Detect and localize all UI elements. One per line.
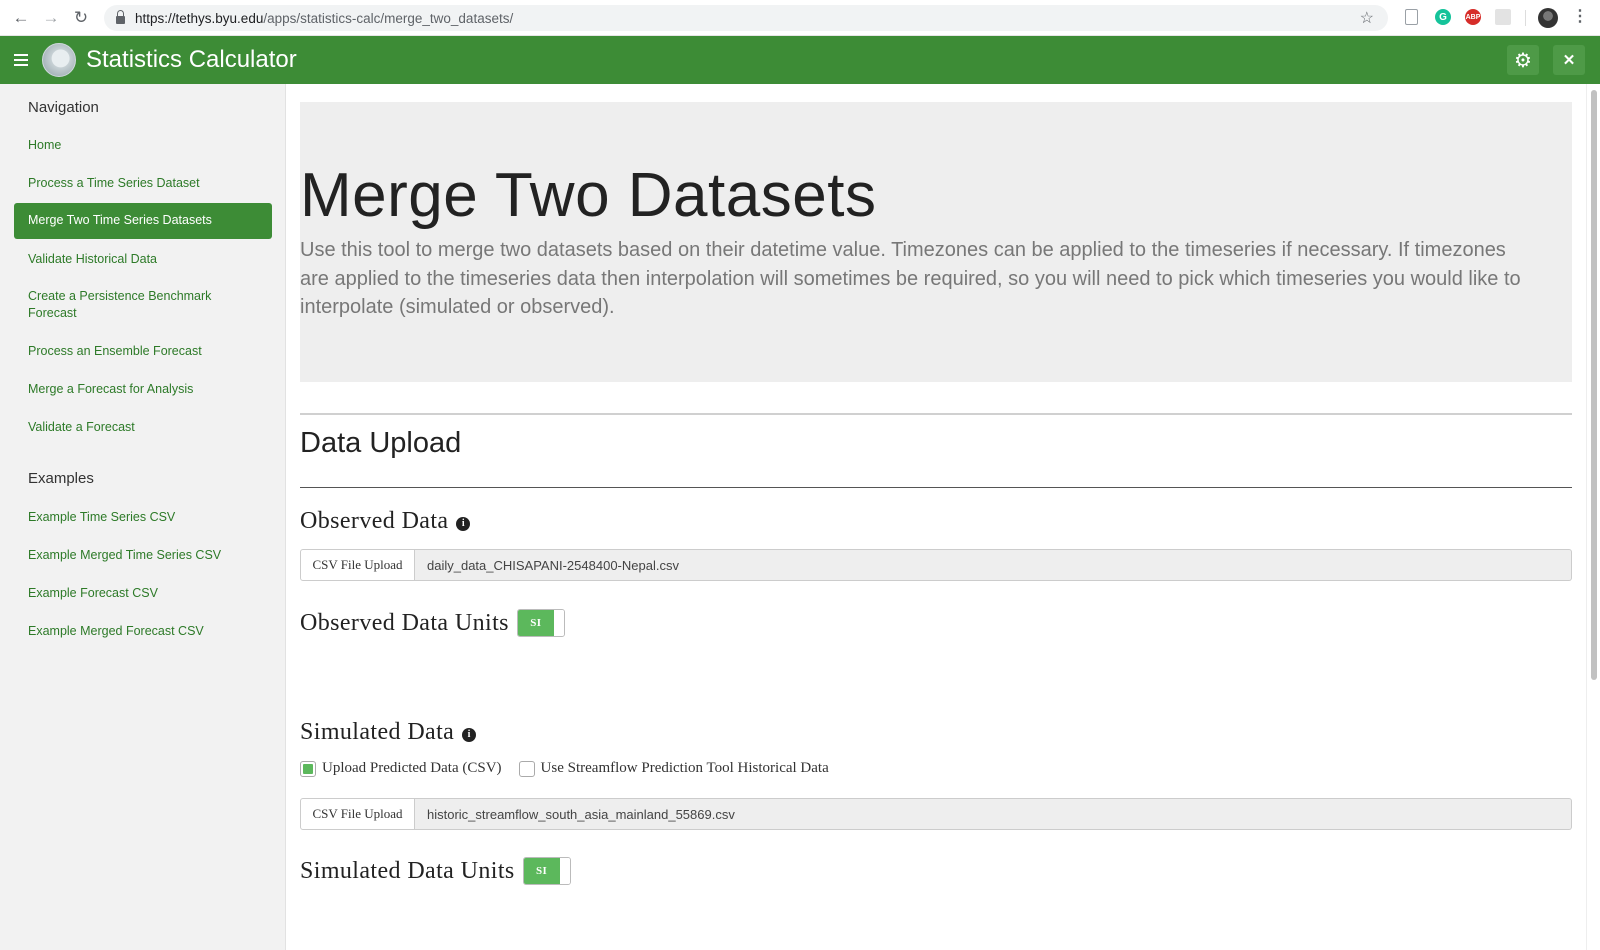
observed-units-row: Observed Data Units SI: [300, 609, 565, 637]
profile-avatar[interactable]: [1538, 8, 1558, 28]
sidebar-item-example-forecast[interactable]: Example Forecast CSV: [28, 585, 258, 602]
page-intro: Merge Two Datasets Use this tool to merg…: [300, 102, 1572, 382]
spt-historical-checkbox[interactable]: [518, 760, 535, 777]
navigation-heading: Navigation: [28, 99, 99, 116]
sidebar: Navigation Home Process a Time Series Da…: [0, 84, 286, 950]
simulated-units-toggle[interactable]: SI: [522, 857, 571, 885]
sidebar-item-example-merged-forecast[interactable]: Example Merged Forecast CSV: [28, 623, 258, 640]
simulated-file-name-field[interactable]: historic_streamflow_south_asia_mainland_…: [415, 798, 1572, 830]
section-title: Data Upload: [300, 427, 462, 459]
back-arrow-icon[interactable]: ←: [6, 3, 36, 33]
toggle-on-label: SI: [517, 610, 554, 636]
browser-menu-icon[interactable]: ⋮: [1572, 6, 1588, 26]
browser-toolbar: ← → ↻ https://tethys.byu.edu/apps/statis…: [0, 0, 1600, 36]
toggle-handle: [553, 610, 564, 636]
simulated-source-options: Upload Predicted Data (CSV) Use Streamfl…: [300, 760, 829, 777]
adblock-extension-icon[interactable]: ABP: [1465, 9, 1481, 25]
scrollbar-thumb[interactable]: [1591, 90, 1597, 680]
page-scrollbar[interactable]: [1586, 84, 1600, 950]
observed-file-upload-button[interactable]: CSV File Upload: [300, 549, 415, 581]
sidebar-item-home[interactable]: Home: [28, 137, 258, 154]
simulated-file-upload-button[interactable]: CSV File Upload: [300, 798, 415, 830]
toolbar-divider: [1525, 10, 1526, 26]
simulated-data-label-text: Simulated Data: [300, 719, 455, 745]
spt-historical-label[interactable]: Use Streamflow Prediction Tool Historica…: [541, 760, 829, 777]
hamburger-menu-icon[interactable]: [14, 54, 28, 66]
extension-icon[interactable]: [1495, 9, 1511, 25]
simulated-file-upload: CSV File Upload historic_streamflow_sout…: [300, 798, 1572, 830]
observed-file-name-field[interactable]: daily_data_CHISAPANI-2548400-Nepal.csv: [415, 549, 1572, 581]
reload-icon[interactable]: ↻: [66, 3, 96, 33]
observed-units-toggle[interactable]: SI: [516, 609, 565, 637]
upload-predicted-checkbox[interactable]: [300, 760, 316, 777]
close-icon: ✕: [1562, 52, 1576, 69]
divider: [300, 487, 1572, 488]
lock-icon: [116, 9, 125, 24]
info-icon[interactable]: i: [456, 516, 471, 531]
info-icon[interactable]: i: [462, 727, 477, 742]
observed-units-label: Observed Data Units: [300, 609, 509, 636]
close-app-button[interactable]: ✕: [1553, 45, 1585, 75]
sidebar-item-merge-two-datasets[interactable]: Merge Two Time Series Datasets: [14, 203, 272, 239]
upload-predicted-label[interactable]: Upload Predicted Data (CSV): [322, 760, 502, 777]
examples-heading: Examples: [28, 470, 94, 487]
sidebar-item-validate-forecast[interactable]: Validate a Forecast: [28, 419, 258, 436]
sidebar-item-persistence-forecast[interactable]: Create a Persistence Benchmark Forecast: [28, 288, 228, 322]
url-host: https://tethys.byu.edu: [135, 10, 264, 26]
bookmark-star-icon[interactable]: ☆: [1360, 8, 1374, 28]
app-title: Statistics Calculator: [86, 46, 297, 73]
simulated-units-label: Simulated Data Units: [300, 857, 515, 884]
sidebar-item-merge-forecast[interactable]: Merge a Forecast for Analysis: [28, 381, 258, 398]
gear-icon: ⚙: [1514, 49, 1532, 72]
simulated-data-label: Simulated Data i: [300, 719, 477, 746]
settings-button[interactable]: ⚙: [1507, 45, 1539, 75]
sidebar-item-process-time-series[interactable]: Process a Time Series Dataset: [28, 175, 258, 192]
url-path: /apps/statistics-calc/merge_two_datasets…: [263, 10, 514, 26]
observed-file-upload: CSV File Upload daily_data_CHISAPANI-254…: [300, 549, 1572, 581]
document-extension-icon[interactable]: [1405, 9, 1418, 25]
forward-arrow-icon[interactable]: →: [36, 3, 66, 33]
page-title: Merge Two Datasets: [300, 161, 877, 230]
app-header: Statistics Calculator ⚙ ✕: [0, 36, 1600, 84]
app-logo: [42, 43, 76, 77]
observed-data-label-text: Observed Data: [300, 508, 449, 534]
sidebar-item-example-merged-time-series[interactable]: Example Merged Time Series CSV: [28, 547, 258, 564]
toggle-on-label: SI: [523, 858, 560, 884]
simulated-units-row: Simulated Data Units SI: [300, 857, 571, 885]
toggle-handle: [559, 858, 570, 884]
address-bar[interactable]: https://tethys.byu.edu/apps/statistics-c…: [104, 5, 1388, 31]
sidebar-item-validate-historical[interactable]: Validate Historical Data: [28, 251, 258, 268]
sidebar-item-ensemble-forecast[interactable]: Process an Ensemble Forecast: [28, 343, 258, 360]
observed-data-label: Observed Data i: [300, 508, 471, 535]
main-content: Merge Two Datasets Use this tool to merg…: [286, 84, 1586, 950]
divider: [300, 413, 1572, 415]
grammarly-extension-icon[interactable]: G: [1435, 9, 1451, 25]
sidebar-item-example-time-series[interactable]: Example Time Series CSV: [28, 509, 258, 526]
page-description: Use this tool to merge two datasets base…: [300, 239, 1521, 318]
